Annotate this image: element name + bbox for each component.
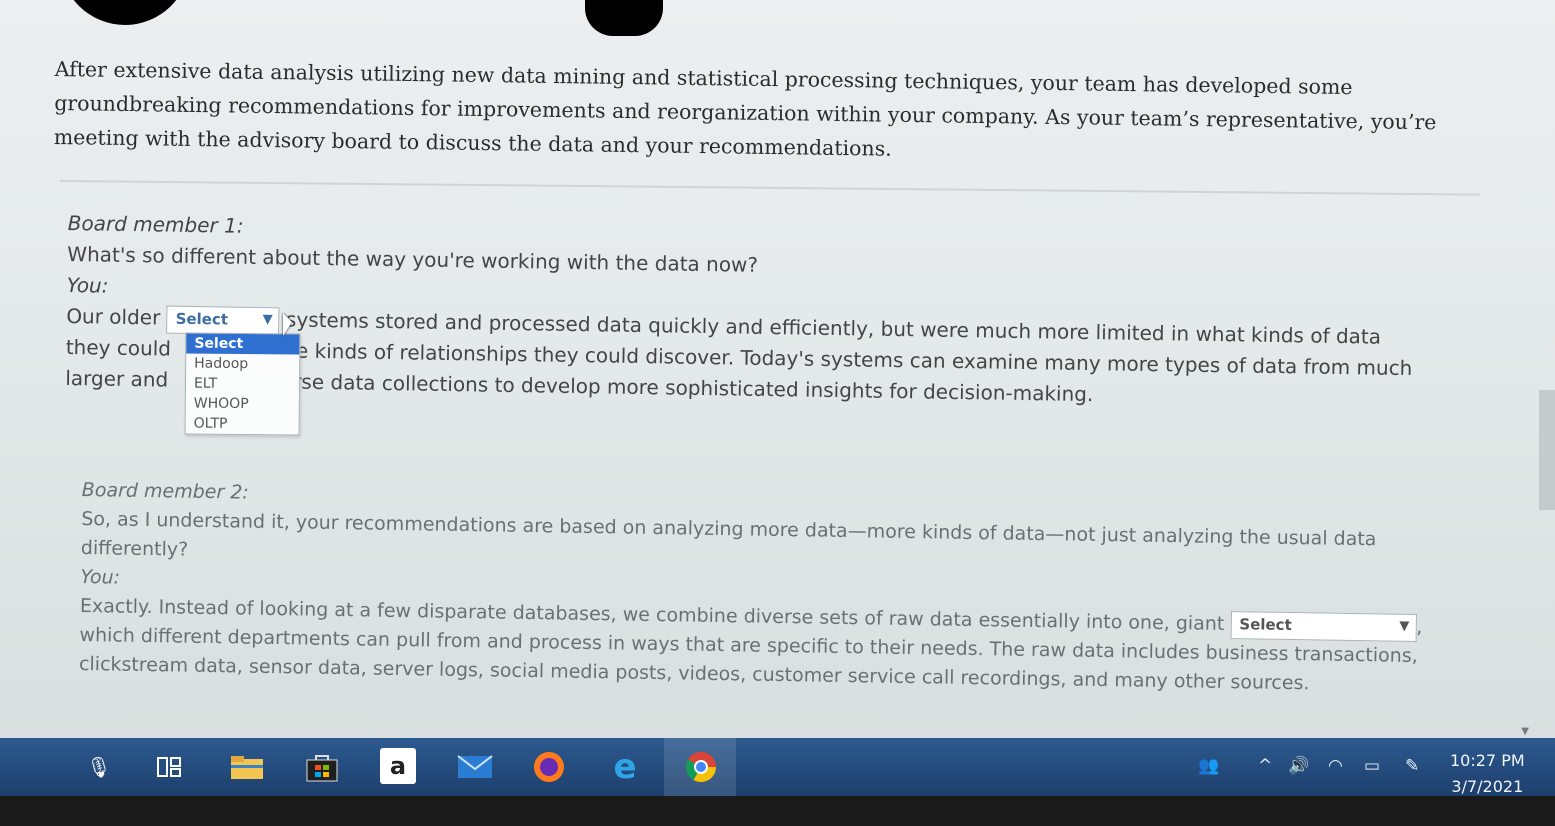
dropdown-option[interactable]: Select	[186, 333, 300, 355]
battery-icon[interactable]: ▭	[1364, 756, 1380, 776]
wifi-icon[interactable]: ◠	[1328, 756, 1343, 776]
select-value: Select	[1239, 614, 1292, 634]
clock-time: 10:27 PM	[1450, 751, 1525, 770]
clock[interactable]: 10:27 PM 3/7/2021	[1450, 748, 1525, 800]
mail-icon[interactable]	[456, 748, 494, 786]
answer-text: larger and	[65, 365, 169, 392]
store-icon[interactable]	[303, 748, 341, 786]
pen-icon[interactable]: ✎	[1405, 756, 1419, 776]
select-dropdown-1[interactable]: Select ▼	[166, 305, 280, 335]
taskbar: 🎙 a e 👥 ^ 🔊 ◠ ▭ ✎ 10:27 PM 3/7/2021	[0, 738, 1555, 799]
camera-obstruction	[60, 0, 190, 25]
answer-text: they could	[65, 334, 172, 361]
file-explorer-icon[interactable]	[228, 748, 266, 786]
microphone-icon[interactable]: 🎙	[80, 748, 118, 786]
select-value: Select	[175, 309, 229, 329]
page-content: After extensive data analysis utilizing …	[0, 0, 1555, 740]
dropdown-option[interactable]: OLTP	[186, 414, 299, 435]
firefox-icon[interactable]	[530, 748, 568, 786]
screen-bezel	[0, 796, 1555, 826]
divider	[59, 180, 1480, 196]
answer-text: Our older	[66, 303, 161, 330]
dialogue-2: Board member 2: So, as I understand it, …	[79, 476, 1462, 701]
dropdown-option[interactable]: Hadoop	[186, 354, 299, 375]
volume-icon[interactable]: 🔊	[1288, 756, 1309, 776]
dropdown-option[interactable]: ELT	[186, 374, 299, 395]
camera-obstruction	[585, 0, 663, 36]
select-dropdown-1-options[interactable]: Select Hadoop ELT WHOOP OLTP	[184, 332, 301, 436]
task-view-icon[interactable]	[150, 748, 188, 786]
scrollbar-thumb[interactable]	[1539, 390, 1555, 510]
edge-icon[interactable]: e	[606, 747, 644, 787]
chrome-icon[interactable]	[682, 748, 720, 786]
chevron-down-icon: ▼	[1399, 618, 1410, 634]
amazon-glyph: a	[389, 752, 407, 780]
dropdown-option[interactable]: WHOOP	[186, 394, 299, 415]
chevron-up-icon[interactable]: ^	[1258, 756, 1272, 776]
chevron-down-icon: ▼	[262, 311, 273, 327]
intro-paragraph: After extensive data analysis utilizing …	[53, 56, 1437, 161]
scroll-down-icon[interactable]: ▼	[1521, 726, 1529, 737]
select-dropdown-2[interactable]: Select ▼	[1230, 610, 1417, 642]
mouse-cursor-icon	[283, 313, 292, 336]
people-icon[interactable]: 👥	[1198, 756, 1219, 776]
amazon-icon[interactable]: a	[380, 748, 416, 784]
